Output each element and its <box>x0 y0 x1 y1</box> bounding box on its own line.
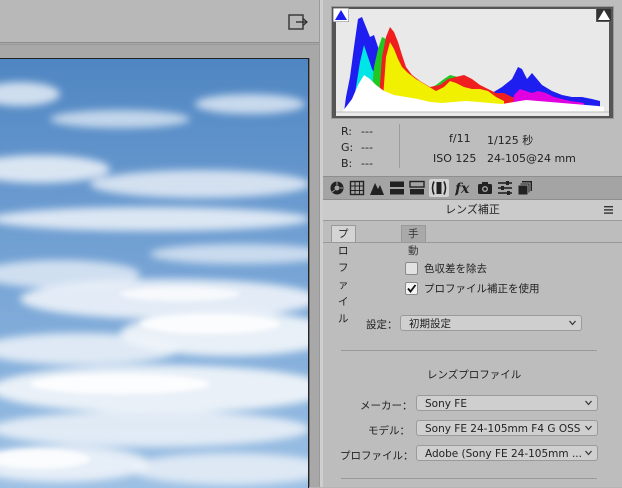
setup-label: 設定： <box>366 319 398 331</box>
profile-select-value: Adobe (Sony FE 24-105mm ... <box>425 448 582 460</box>
top-toolbar <box>0 0 319 43</box>
iso-value: ISO 125 <box>433 152 477 165</box>
chevron-down-icon <box>585 425 592 431</box>
panel-menu-icon[interactable] <box>604 206 613 214</box>
profile-label: プロファイル： <box>340 450 414 462</box>
effects-icon[interactable]: fx <box>455 180 473 196</box>
make-label: メーカー： <box>360 400 413 412</box>
panel-tool-strip: fx <box>323 176 622 200</box>
preview-pane <box>0 0 319 488</box>
b-label: B: <box>341 157 353 170</box>
aperture-value: f/11 <box>449 132 471 145</box>
chevron-down-icon <box>569 320 576 326</box>
setup-select[interactable]: 初期設定 <box>400 315 582 331</box>
sky-clouds-image <box>0 82 308 485</box>
adjustment-panel: R: --- G: --- B: --- f/11 1/125 秒 ISO 12… <box>323 0 622 487</box>
tab-profile[interactable]: プロファイル <box>331 225 356 325</box>
camera-calibration-icon[interactable] <box>477 180 493 196</box>
basic-icon[interactable] <box>329 180 345 196</box>
lens-value: 24-105@24 mm <box>487 152 576 165</box>
r-label: R: <box>341 125 353 138</box>
setup-select-value: 初期設定 <box>409 318 451 330</box>
highlight-clipping-warning-icon[interactable] <box>596 8 612 22</box>
shadow-clipping-warning-icon[interactable] <box>333 8 349 22</box>
chevron-down-icon <box>585 450 592 456</box>
snapshots-icon[interactable] <box>517 180 533 196</box>
detail-icon[interactable] <box>369 180 385 196</box>
exit-fullscreen-icon[interactable] <box>288 13 308 31</box>
presets-icon[interactable] <box>497 180 513 196</box>
model-select-value: Sony FE 24-105mm F4 G OSS <box>425 423 581 435</box>
profile-select[interactable]: Adobe (Sony FE 24-105mm ... <box>416 445 598 461</box>
remove-chromatic-aberration-checkbox[interactable] <box>405 262 418 275</box>
model-label: モデル： <box>368 425 410 437</box>
lens-corrections-icon[interactable] <box>431 180 447 196</box>
lens-corrections-tab[interactable] <box>429 179 449 197</box>
divider <box>323 242 622 243</box>
g-label: G: <box>341 141 354 154</box>
hsl-icon[interactable] <box>389 180 405 196</box>
b-value: --- <box>361 157 373 170</box>
split-toning-icon[interactable] <box>409 180 425 196</box>
shutter-value: 1/125 秒 <box>487 134 534 147</box>
chevron-down-icon <box>585 400 592 406</box>
use-profile-corrections-checkbox[interactable] <box>405 282 418 295</box>
remove-chromatic-aberration-label: 色収差を除去 <box>424 263 487 275</box>
photo-preview[interactable] <box>0 58 309 488</box>
model-select[interactable]: Sony FE 24-105mm F4 G OSS <box>416 420 598 436</box>
make-select-value: Sony FE <box>425 398 467 410</box>
panel-header: レンズ補正 <box>323 200 622 221</box>
use-profile-corrections-label: プロファイル補正を使用 <box>424 283 540 295</box>
histogram <box>331 6 614 119</box>
tone-curve-icon[interactable] <box>349 180 365 196</box>
make-select[interactable]: Sony FE <box>416 395 598 411</box>
divider <box>0 44 319 45</box>
divider <box>341 350 597 351</box>
divider <box>399 124 400 168</box>
tab-manual[interactable]: 手動 <box>401 225 426 257</box>
panel-title: レンズ補正 <box>445 203 500 216</box>
divider <box>341 478 597 479</box>
checkmark-icon <box>407 284 417 293</box>
r-value: --- <box>361 125 373 138</box>
image-canvas[interactable] <box>0 58 310 488</box>
lens-profile-heading: レンズプロファイル <box>427 369 522 381</box>
g-value: --- <box>361 141 373 154</box>
svg-text:fx: fx <box>455 181 470 196</box>
